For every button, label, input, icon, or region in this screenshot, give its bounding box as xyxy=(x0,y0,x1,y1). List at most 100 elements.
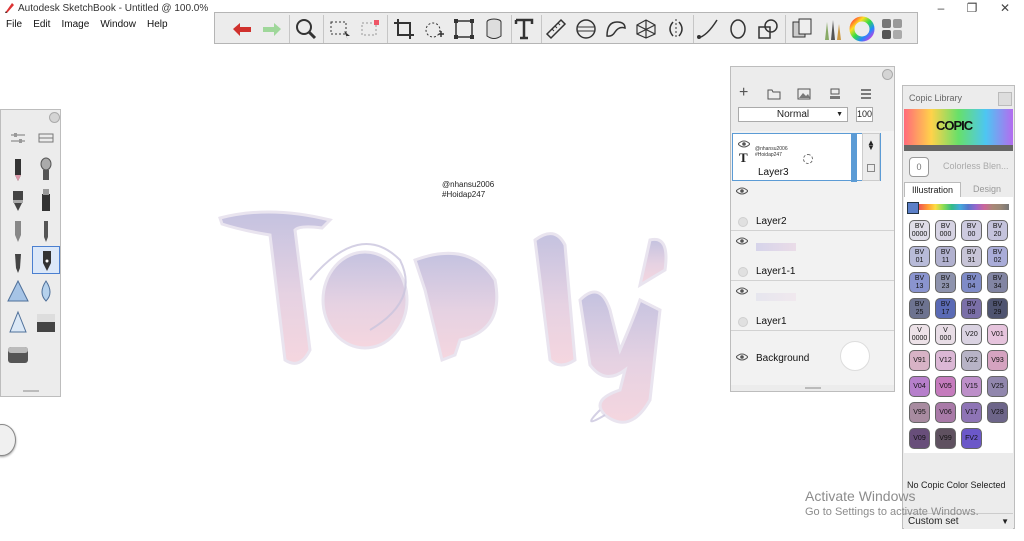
flood-fill-icon[interactable] xyxy=(481,16,507,42)
copic-swatch[interactable]: V 000 xyxy=(935,324,956,345)
stroke-icon[interactable] xyxy=(695,16,721,42)
menu-edit[interactable]: Edit xyxy=(33,19,50,30)
menu-file[interactable]: File xyxy=(6,19,22,30)
brush-properties-icon[interactable] xyxy=(9,132,27,144)
french-curve-icon[interactable] xyxy=(603,16,629,42)
drop-brush-icon[interactable] xyxy=(32,277,60,305)
crop-icon[interactable] xyxy=(391,16,417,42)
perspective-icon[interactable] xyxy=(633,16,659,42)
copic-swatch[interactable]: V17 xyxy=(961,402,982,423)
layer3-visibility-eye-icon[interactable] xyxy=(738,140,750,148)
ballpoint-pen-icon[interactable] xyxy=(32,217,60,245)
copic-swatch[interactable]: BV 0000 xyxy=(909,220,930,241)
layer1-visibility-eye-icon[interactable] xyxy=(736,287,748,295)
undo-icon[interactable] xyxy=(229,16,255,42)
copic-family-strip[interactable] xyxy=(919,204,1009,210)
maximize-button[interactable]: ❐ xyxy=(957,0,987,18)
palette-icon[interactable] xyxy=(879,16,905,42)
copic-swatch[interactable]: BV 00 xyxy=(961,220,982,241)
layer1-1-visibility-eye-icon[interactable] xyxy=(736,237,748,245)
menu-window[interactable]: Window xyxy=(100,19,136,30)
copic-swatch[interactable]: V22 xyxy=(961,350,982,371)
paint-brush-icon[interactable] xyxy=(32,155,60,183)
hard-eraser-icon[interactable] xyxy=(4,339,32,367)
layer-row-layer2[interactable]: Layer2 xyxy=(731,181,894,231)
add-group-icon[interactable] xyxy=(767,88,781,100)
copic-swatch[interactable]: V12 xyxy=(935,350,956,371)
copic-swatch[interactable]: BV 02 xyxy=(987,246,1008,267)
copic-swatch[interactable]: V05 xyxy=(935,376,956,397)
color-wheel-icon[interactable] xyxy=(849,16,875,42)
copic-swatch[interactable]: V20 xyxy=(961,324,982,345)
ellipse-guide-icon[interactable] xyxy=(573,16,599,42)
copic-swatch[interactable]: BV 04 xyxy=(961,272,982,293)
brush-panel-close-button[interactable] xyxy=(49,112,60,123)
merge-down-icon[interactable] xyxy=(829,88,841,100)
copic-swatch[interactable]: V04 xyxy=(909,376,930,397)
copic-swatch[interactable]: V09 xyxy=(909,428,930,449)
copic-swatch[interactable]: V99 xyxy=(935,428,956,449)
copic-swatch[interactable]: V06 xyxy=(935,402,956,423)
shapes-icon[interactable] xyxy=(755,16,781,42)
copic-swatch[interactable]: V91 xyxy=(909,350,930,371)
distort-icon[interactable] xyxy=(451,16,477,42)
layer-panel-grip[interactable] xyxy=(805,387,821,389)
layer-panel-close-button[interactable] xyxy=(882,69,893,80)
copic-swatch[interactable]: BV 31 xyxy=(961,246,982,267)
layer-lock-icon[interactable] xyxy=(867,164,875,172)
layer-row-layer3[interactable]: T @nhansu2006 #Hoidap247 Layer3 xyxy=(732,133,881,182)
marker-brush-icon[interactable] xyxy=(32,186,60,214)
copic-panel-close-button[interactable] xyxy=(998,92,1012,106)
zoom-icon[interactable] xyxy=(293,16,319,42)
copy-paste-icon[interactable] xyxy=(789,16,815,42)
copic-banner-collapse[interactable] xyxy=(904,145,1013,151)
lagoon-puck[interactable] xyxy=(0,424,16,456)
copic-swatch[interactable]: BV 25 xyxy=(909,298,930,319)
minimize-button[interactable]: – xyxy=(926,0,956,18)
copic-family-selected[interactable] xyxy=(907,202,919,214)
layer-row-background[interactable]: Background xyxy=(731,331,894,381)
close-button[interactable]: ✕ xyxy=(990,0,1020,18)
layer-row-layer1[interactable]: Layer1 xyxy=(731,281,894,331)
symmetry-icon[interactable] xyxy=(663,16,689,42)
transform-icon[interactable] xyxy=(421,16,447,42)
ink-pen-icon[interactable] xyxy=(4,217,32,245)
brush-panel-grip[interactable] xyxy=(23,390,39,392)
add-layer-icon[interactable]: + xyxy=(739,85,753,101)
copic-swatch[interactable]: BV 13 xyxy=(909,272,930,293)
copic-swatch[interactable]: BV 23 xyxy=(935,272,956,293)
brush-library-toggle-icon[interactable] xyxy=(37,132,55,144)
circle-tool-icon[interactable] xyxy=(725,16,751,42)
menu-image[interactable]: Image xyxy=(61,19,89,30)
ruler-icon[interactable] xyxy=(543,16,569,42)
copic-swatch[interactable]: BV 20 xyxy=(987,220,1008,241)
fine-pen-icon[interactable] xyxy=(4,248,32,276)
layer-opacity-field[interactable]: 100 xyxy=(856,107,873,122)
lasso-select-icon[interactable] xyxy=(357,16,383,42)
copic-swatch[interactable]: BV 08 xyxy=(961,298,982,319)
eraser-icon[interactable] xyxy=(32,308,60,336)
copic-swatch[interactable]: BV 11 xyxy=(935,246,956,267)
tab-design[interactable]: Design xyxy=(963,182,1011,197)
smear-brush-icon[interactable] xyxy=(4,308,32,336)
copic-swatch[interactable]: BV 29 xyxy=(987,298,1008,319)
layer-menu-icon[interactable] xyxy=(859,88,873,100)
pencil-brush-icon[interactable] xyxy=(4,155,32,183)
tab-illustration[interactable]: Illustration xyxy=(904,182,961,198)
layer-order-icon[interactable]: ▲ ▼ xyxy=(867,139,875,152)
colorless-blender-swatch[interactable]: 0 xyxy=(909,157,929,177)
copic-swatch[interactable]: BV 34 xyxy=(987,272,1008,293)
layer2-visibility-eye-icon[interactable] xyxy=(736,187,748,195)
menu-help[interactable]: Help xyxy=(147,19,168,30)
text-tool-icon[interactable] xyxy=(511,16,537,42)
layer-row-layer1-1[interactable]: Layer1-1 xyxy=(731,231,894,281)
redo-icon[interactable] xyxy=(259,16,285,42)
copic-swatch[interactable]: V28 xyxy=(987,402,1008,423)
add-image-icon[interactable] xyxy=(797,88,811,100)
brush-library-icon[interactable] xyxy=(819,16,845,42)
background-visibility-eye-icon[interactable] xyxy=(736,353,748,361)
copic-swatch[interactable]: V15 xyxy=(961,376,982,397)
copic-swatch[interactable]: V 0000 xyxy=(909,324,930,345)
triangle-brush-icon[interactable] xyxy=(4,277,32,305)
copic-swatch[interactable]: V95 xyxy=(909,402,930,423)
